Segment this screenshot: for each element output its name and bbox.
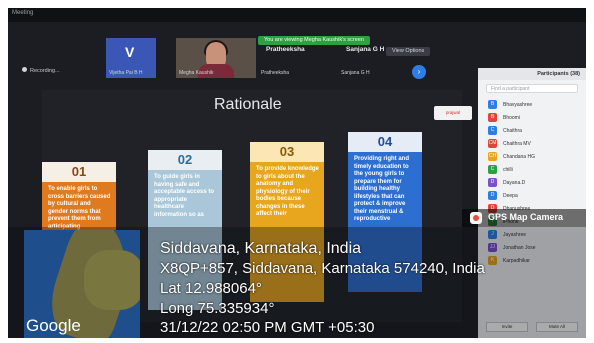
gps-address: X8QP+857, Siddavana, Karnataka 574240, I… [160,260,485,277]
participant-name: Sanjana G H [346,46,385,53]
participant-name: Vijetha Pai B H [109,70,143,76]
participant-list-item[interactable]: D Dayana.D [488,176,580,189]
participant-name: Chaithra [503,127,522,134]
card-text: Providing right and timely education to … [354,156,409,222]
avatar: C [488,165,497,174]
participant-name: Pratheeksha [266,46,305,53]
app-title: Meeting [12,10,34,16]
gps-datetime: 31/12/22 02:50 PM GMT +05:30 [160,319,375,336]
gps-app-bar: GPS Map Camera [462,209,586,227]
participant-tile-vijetha[interactable]: V Vijetha Pai B H [106,38,156,78]
card-number: 01 [42,162,116,182]
gps-app-label: GPS Map Camera [488,212,564,222]
map-land [84,250,140,310]
avatar: D [488,178,497,187]
avatar: D [488,191,497,200]
avatar: CM [488,139,497,148]
participant-list-item[interactable]: CM Chaithra MV [488,137,580,150]
participant-tile-pratheeksha[interactable]: Pratheeksha Pratheeksha [258,38,328,78]
participants-panel-title: Participants (38) [478,68,586,80]
card-text: To provide knowledge to girls about the … [256,166,319,217]
participant-tile-megha[interactable]: Megha Kaushik [176,38,256,78]
participant-list-item[interactable]: C Chaithra [488,124,580,137]
participant-name: Bhavyashree [503,101,533,108]
participant-name: Chandana HG [503,153,535,160]
card-text: To enable girls to cross barriers caused… [48,186,111,230]
gps-longitude: Long 75.335934° [160,300,275,317]
slide-logo: prajwal [434,106,472,120]
participant-list-item[interactable]: B Bhavyashree [488,98,580,111]
card-text: To guide girls in having safe and accept… [154,174,215,218]
participant-subname: Pratheeksha [261,70,290,76]
slide-title: Rationale [214,96,282,113]
avatar: C [488,126,497,135]
avatar: CH [488,152,497,161]
participant-list-item[interactable]: B Bhoomi [488,111,580,124]
avatar: B [488,113,497,122]
recording-label: Recording... [30,68,60,74]
avatar: V [125,44,135,60]
avatar: B [488,100,497,109]
card-number: 03 [250,142,324,162]
next-arrow-icon[interactable]: › [412,65,426,79]
recording-indicator: Recording... [22,67,60,74]
participant-list-item[interactable]: CH Chandana HG [488,150,580,163]
participant-name: Megha Kaushik [179,70,214,76]
gps-place: Siddavana, Karnataka, India [160,240,362,257]
map-brand: Google [26,316,81,335]
participant-list-item[interactable]: D Deepa [488,189,580,202]
participant-name: Deepa [503,192,518,199]
title-bar: Meeting [8,8,586,22]
gps-camera-icon [470,212,482,224]
record-icon [22,67,27,72]
gps-latitude: Lat 12.988064° [160,280,262,297]
participant-subname: Sanjana G H [341,70,370,76]
participant-list-item[interactable]: Cchilli [488,163,580,176]
card-number: 04 [348,132,422,152]
card-number: 02 [148,150,222,170]
participant-name: Dayana.D [503,179,526,186]
participant-name: Chaithra MV [503,140,531,147]
participant-name: chilli [503,166,513,173]
participant-name: Bhoomi [503,114,520,121]
participant-tile-sanjana[interactable]: Sanjana G H Sanjana G H [338,38,398,78]
participant-search-input[interactable]: Find a participant [486,84,578,93]
